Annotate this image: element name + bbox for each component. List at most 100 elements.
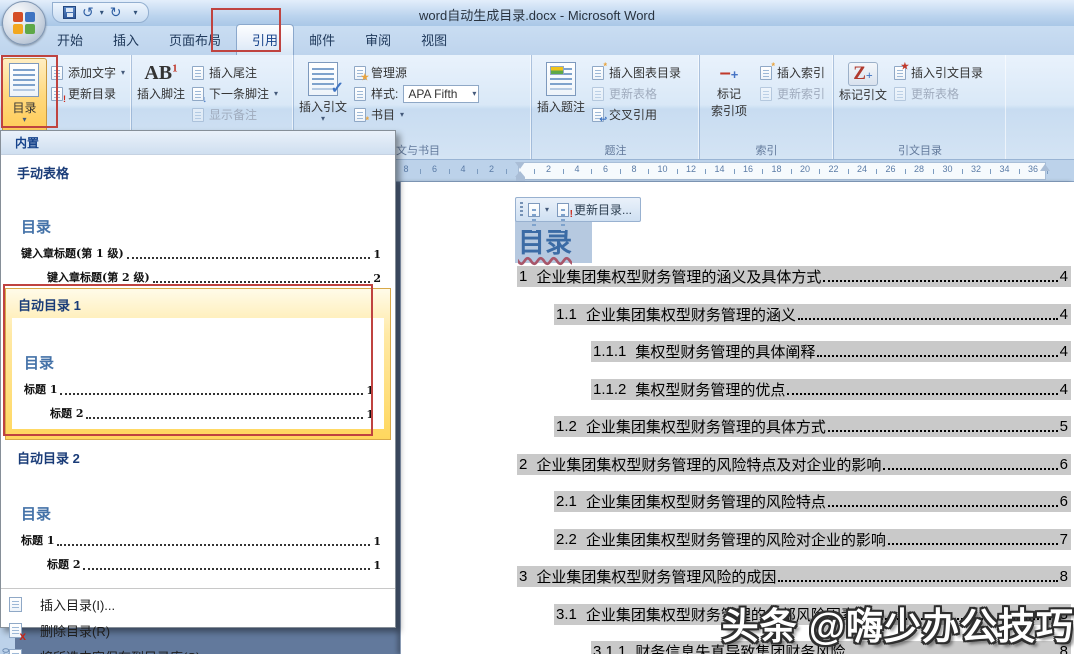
auto-table-2-label: 自动目录 2 — [1, 440, 395, 467]
show-notes-button[interactable]: 显示备注 — [188, 104, 282, 125]
mark-entry-button[interactable]: –+ 标记 索引项 — [702, 58, 756, 141]
menu-header: 内置 — [1, 131, 395, 155]
insert-toa-button[interactable]: ★ 插入引文目录 — [890, 62, 987, 83]
menu-command[interactable]: 删除目录(R) — [1, 617, 395, 643]
gallery-item-manual-table[interactable]: 手动表格 目录 键入章标题(第 1 级)1 键入章标题(第 2 级)2 — [1, 155, 395, 285]
gallery-item-automatic-table-1[interactable]: 自动目录 1 目录 标题 11 标题 21 — [5, 288, 391, 440]
insert-citation-icon: ✓ — [308, 62, 338, 96]
style-icon — [354, 87, 366, 101]
ribbon-tab-row: 开始插入页面布局引用邮件审阅视图 — [0, 26, 1074, 55]
insert-toa-icon: ★ — [894, 66, 906, 80]
ruler-page-band — [518, 162, 1046, 180]
ruler-number: 34 — [999, 164, 1009, 174]
update-table-button[interactable]: 更新表格 — [588, 83, 685, 104]
gallery-item-automatic-table-2[interactable]: 自动目录 2 目录 标题 11 标题 21 — [1, 440, 395, 586]
preview-title: 目录 — [21, 503, 381, 524]
ruler-number: 2 — [546, 164, 551, 174]
ruler-number: 6 — [603, 164, 608, 174]
toc-field-toolbar: ▾ ! 更新目录... — [515, 197, 641, 222]
preview-title: 目录 — [24, 352, 374, 373]
manage-sources-icon: ★ — [354, 66, 366, 80]
toc-field-dropdown-icon[interactable]: ▾ — [545, 206, 549, 214]
ribbon-tab[interactable]: 插入 — [98, 25, 154, 55]
bibliography-icon: * — [354, 108, 366, 122]
auto-table-1-label: 自动目录 1 — [6, 289, 390, 314]
toc-entry: 2.2 企业集团集权型财务管理的风险对企业的影响 7 — [554, 529, 1071, 550]
horizontal-ruler: 864224681012141618202224262830323436 — [396, 160, 1074, 182]
insert-table-of-figures-button[interactable]: * 插入图表目录 — [588, 62, 685, 83]
ruler-number: 14 — [714, 164, 724, 174]
ruler-number: 12 — [686, 164, 696, 174]
ruler-number: 4 — [460, 164, 465, 174]
insert-index-button[interactable]: * 插入索引 — [756, 62, 829, 83]
toc-entry: 1.1 企业集团集权型财务管理的涵义 4 — [554, 304, 1071, 325]
toc-field-icon[interactable] — [528, 203, 540, 217]
ruler-number: 8 — [631, 164, 636, 174]
toc-gallery-menu: 内置 手动表格 目录 键入章标题(第 1 级)1 键入章标题(第 2 级)2 — [0, 130, 396, 628]
style-combo[interactable]: APA Fifth▾ — [403, 85, 479, 103]
insert-footnote-button[interactable]: AB1 插入脚注 — [134, 58, 188, 141]
toc-title: 目录 — [518, 228, 572, 258]
ruler-number: 16 — [743, 164, 753, 174]
cross-reference-icon: ↩ — [592, 108, 604, 122]
ruler-number: 18 — [771, 164, 781, 174]
manual-table-label: 手动表格 — [1, 155, 395, 182]
insert-table-of-figures-icon: * — [592, 66, 604, 80]
insert-caption-button[interactable]: 插入题注 — [534, 58, 588, 141]
toc-entry: 1 企业集团集权型财务管理的涵义及具体方式 4 — [517, 266, 1071, 287]
ruler-number: 22 — [828, 164, 838, 174]
update-index-button[interactable]: 更新索引 — [756, 83, 829, 104]
ruler-number: 20 — [800, 164, 810, 174]
ribbon-tab[interactable]: 审阅 — [350, 25, 406, 55]
update-toc-icon: ! — [51, 87, 63, 101]
update-toc-button[interactable]: ! 更新目录 — [47, 83, 129, 104]
toc-entry: 2.1 企业集团集权型财务管理的风险特点 6 — [554, 491, 1071, 512]
insert-endnote-button[interactable]: 插入尾注 — [188, 62, 282, 83]
cross-reference-button[interactable]: ↩ 交叉引用 — [588, 104, 685, 125]
ruler-number: 30 — [942, 164, 952, 174]
ribbon-tab[interactable]: 开始 — [42, 25, 98, 55]
left-indent-marker[interactable] — [516, 177, 525, 181]
toolbar-grip-icon[interactable] — [520, 202, 523, 217]
ruler-number: 6 — [432, 164, 437, 174]
add-text-button[interactable]: 添加文字▾ — [47, 62, 129, 83]
preview-line: 键入章标题(第 1 级)1 — [21, 247, 381, 261]
manage-sources-button[interactable]: ★ 管理源 — [350, 62, 483, 83]
menu-command-icon — [9, 597, 22, 612]
menu-command[interactable]: 将所选内容保存到目录库(S)... — [1, 643, 395, 654]
right-indent-marker[interactable] — [1040, 164, 1050, 171]
update-toc-float-button[interactable]: 更新目录... — [574, 201, 632, 218]
group-label-captions: 题注 — [532, 142, 699, 158]
toc-gallery-button[interactable]: 目录 ▾ — [2, 58, 47, 141]
bibliography-button[interactable]: * 书目▾ — [350, 104, 483, 125]
toc-title-highlight[interactable]: 目录 — [515, 220, 592, 263]
ruler-number: 4 — [574, 164, 579, 174]
update-index-icon — [760, 87, 772, 101]
toc-icon — [9, 63, 39, 97]
preview-line: 键入章标题(第 2 级)2 — [47, 271, 381, 285]
footnote-ab1-icon: AB1 — [144, 62, 177, 85]
menu-command[interactable]: 插入目录(I)... — [1, 591, 395, 617]
next-footnote-button[interactable]: ↓ 下一条脚注▾ — [188, 83, 282, 104]
watermark: 头条 @嗨少办公技巧 — [722, 596, 1074, 650]
style-row: 样式: APA Fifth▾ — [350, 83, 483, 104]
group-captions: 插入题注 * 插入图表目录 更新表格 ↩ 交叉引用 题注 — [532, 55, 700, 159]
title-bar: ↺ ▾ ↻ ▾ word自动生成目录.docx - Microsoft Word — [0, 0, 1074, 26]
document-page[interactable]: ▾ ! 更新目录... 目录 1 企业集团集权型财务管理的涵义及具体方式 4 — [400, 182, 1074, 654]
ruler-number: 2 — [489, 164, 494, 174]
ribbon-tab[interactable]: 引用 — [236, 24, 294, 55]
first-line-indent-marker[interactable] — [515, 162, 525, 169]
office-button[interactable] — [2, 1, 46, 45]
update-toa-button[interactable]: 更新表格 — [890, 83, 987, 104]
preview-line: 标题 11 — [24, 383, 374, 397]
ribbon-tab[interactable]: 邮件 — [294, 25, 350, 55]
ribbon-tab[interactable]: 页面布局 — [154, 25, 236, 55]
toc-entry: 2 企业集团集权型财务管理的风险特点及对企业的影响 6 — [517, 454, 1071, 475]
insert-endnote-icon — [192, 66, 204, 80]
toc-entry: 1.1.2 集权型财务管理的优点 4 — [591, 379, 1071, 400]
next-footnote-icon: ↓ — [192, 87, 204, 101]
ribbon-tab[interactable]: 视图 — [406, 25, 462, 55]
insert-citation-button[interactable]: ✓ 插入引文 ▾ — [296, 58, 350, 141]
ruler-number: 36 — [1028, 164, 1038, 174]
mark-citation-button[interactable]: Z+ 标记引文 — [836, 58, 890, 141]
